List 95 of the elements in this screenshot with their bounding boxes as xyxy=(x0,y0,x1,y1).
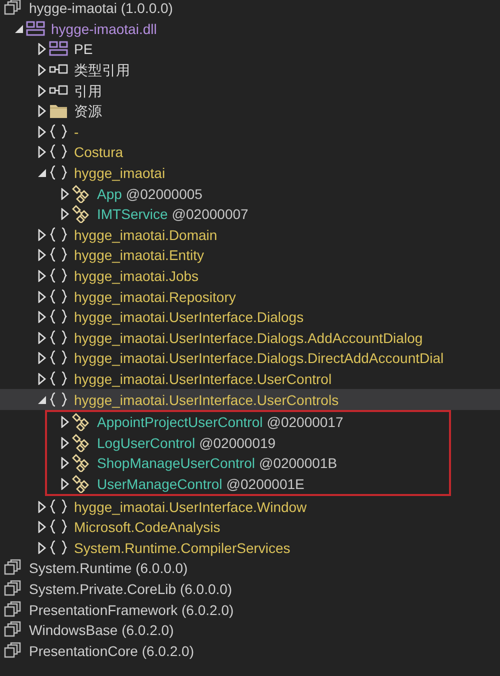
namespace-icon xyxy=(49,288,68,306)
node-label[interactable]: System.Private.CoreLib (6.0.0.0) xyxy=(29,580,232,598)
expand-arrow[interactable] xyxy=(37,521,47,534)
assembly-icon xyxy=(4,642,23,660)
expand-arrow[interactable] xyxy=(37,146,47,158)
module-icon xyxy=(26,20,45,38)
collapse-arrow[interactable] xyxy=(14,22,24,35)
node-label[interactable]: Microsoft.CodeAnalysis xyxy=(74,518,220,536)
node-label[interactable]: hygge_imaotai.UserInterface.Dialogs.DirectAddAccountDial xyxy=(74,349,444,368)
node-label[interactable]: IMTService xyxy=(97,205,168,224)
assembly-icon xyxy=(4,0,23,18)
node-label[interactable]: 资源 xyxy=(74,102,102,120)
expand-arrow[interactable] xyxy=(37,332,47,344)
assembly-icon xyxy=(4,600,23,619)
expand-arrow[interactable] xyxy=(37,249,47,262)
node-label[interactable]: hygge_imaotai.UserInterface.UserControls xyxy=(74,390,339,409)
expand-arrow[interactable] xyxy=(37,228,47,241)
node-label[interactable]: 类型引用 xyxy=(74,61,130,80)
node-label[interactable]: hygge-imaotai.dll xyxy=(51,20,157,38)
expand-arrow[interactable] xyxy=(37,126,47,138)
node-label[interactable]: hygge_imaotai.Domain xyxy=(74,226,218,244)
node-label[interactable]: System.Runtime.CompilerServices xyxy=(74,538,290,557)
node-label[interactable]: PresentationFramework (6.0.2.0) xyxy=(29,600,234,619)
token-text: @02000019 xyxy=(199,434,276,452)
token-text: @02000007 xyxy=(172,205,248,224)
expand-arrow[interactable] xyxy=(37,542,47,554)
node-label[interactable]: UserManageControl xyxy=(97,474,222,493)
expand-arrow[interactable] xyxy=(60,457,70,470)
expand-arrow[interactable] xyxy=(60,478,70,490)
namespace-icon xyxy=(49,390,68,409)
namespace-icon xyxy=(49,267,68,286)
node-label[interactable]: 引用 xyxy=(74,82,102,100)
expand-arrow[interactable] xyxy=(37,372,47,385)
namespace-icon xyxy=(49,538,68,557)
class-icon xyxy=(72,413,91,432)
namespace-icon xyxy=(49,246,68,264)
token-text: @0200001E xyxy=(226,474,304,493)
expand-arrow[interactable] xyxy=(37,352,47,364)
node-label[interactable]: PE xyxy=(74,40,93,58)
namespace-icon xyxy=(49,370,68,388)
expand-arrow[interactable] xyxy=(60,208,70,220)
expand-arrow[interactable] xyxy=(37,311,47,324)
expand-arrow[interactable] xyxy=(60,436,70,449)
folder-icon xyxy=(49,102,68,120)
node-label[interactable]: hygge_imaotai.UserInterface.Dialogs xyxy=(74,308,304,326)
expand-arrow[interactable] xyxy=(37,84,47,97)
class-icon xyxy=(72,184,91,203)
node-label[interactable]: ShopManageUserControl xyxy=(97,454,255,472)
expand-arrow[interactable] xyxy=(37,270,47,282)
expand-arrow[interactable] xyxy=(37,43,47,56)
namespace-icon xyxy=(49,328,68,347)
node-label[interactable]: hygge_imaotai.UserInterface.UserControl xyxy=(74,370,332,388)
collapse-arrow[interactable] xyxy=(37,167,47,180)
namespace-icon xyxy=(49,308,68,326)
namespace-icon xyxy=(49,226,68,244)
node-label[interactable]: System.Runtime (6.0.0.0) xyxy=(29,559,188,578)
node-label[interactable]: hygge_imaotai.UserInterface.Dialogs.AddAccountDialog xyxy=(74,328,423,347)
namespace-icon xyxy=(49,164,68,182)
token-text: @02000017 xyxy=(266,413,344,432)
class-icon xyxy=(72,474,91,493)
node-label[interactable]: PresentationCore (6.0.2.0) xyxy=(29,642,194,660)
node-label[interactable]: hygge_imaotai.Repository xyxy=(74,288,236,306)
node-label[interactable]: WindowsBase (6.0.2.0) xyxy=(29,621,174,640)
node-label[interactable]: hygge-imaotai (1.0.0.0) xyxy=(29,0,173,18)
expand-arrow[interactable] xyxy=(37,64,47,76)
token-text: @0200001B xyxy=(258,454,338,472)
assembly-icon xyxy=(4,580,23,598)
expand-arrow[interactable] xyxy=(60,188,70,200)
expand-arrow[interactable] xyxy=(37,105,47,118)
node-label[interactable]: App xyxy=(97,184,122,203)
class-icon xyxy=(72,205,91,224)
node-label[interactable]: Costura xyxy=(74,143,124,162)
namespace-icon xyxy=(49,349,68,368)
expand-arrow[interactable] xyxy=(37,500,47,513)
node-label[interactable]: - xyxy=(74,122,79,141)
node-label[interactable]: AppointProjectUserControl xyxy=(97,413,263,432)
class-icon xyxy=(72,434,91,452)
assembly-icon xyxy=(4,559,23,578)
token-text: @02000005 xyxy=(126,184,202,203)
node-label[interactable]: LogUserControl xyxy=(97,434,196,452)
expand-arrow[interactable] xyxy=(37,290,47,303)
class-icon xyxy=(72,454,91,472)
assembly-icon xyxy=(4,621,23,640)
tree-row[interactable]: hygge_imaotai.UserInterface.UserControls xyxy=(0,389,500,410)
expand-arrow[interactable] xyxy=(60,416,70,428)
node-label[interactable]: hygge_imaotai.UserInterface.Window xyxy=(74,498,307,516)
pe-icon xyxy=(49,40,68,58)
node-label[interactable]: hygge_imaotai.Jobs xyxy=(74,267,199,286)
collapse-arrow[interactable] xyxy=(37,394,47,406)
namespace-icon xyxy=(49,498,68,516)
node-label[interactable]: hygge_imaotai.Entity xyxy=(74,246,204,264)
namespace-icon xyxy=(49,518,68,536)
namespace-icon xyxy=(49,143,68,162)
node-label[interactable]: hygge_imaotai xyxy=(74,164,166,182)
namespace-icon xyxy=(49,122,68,141)
